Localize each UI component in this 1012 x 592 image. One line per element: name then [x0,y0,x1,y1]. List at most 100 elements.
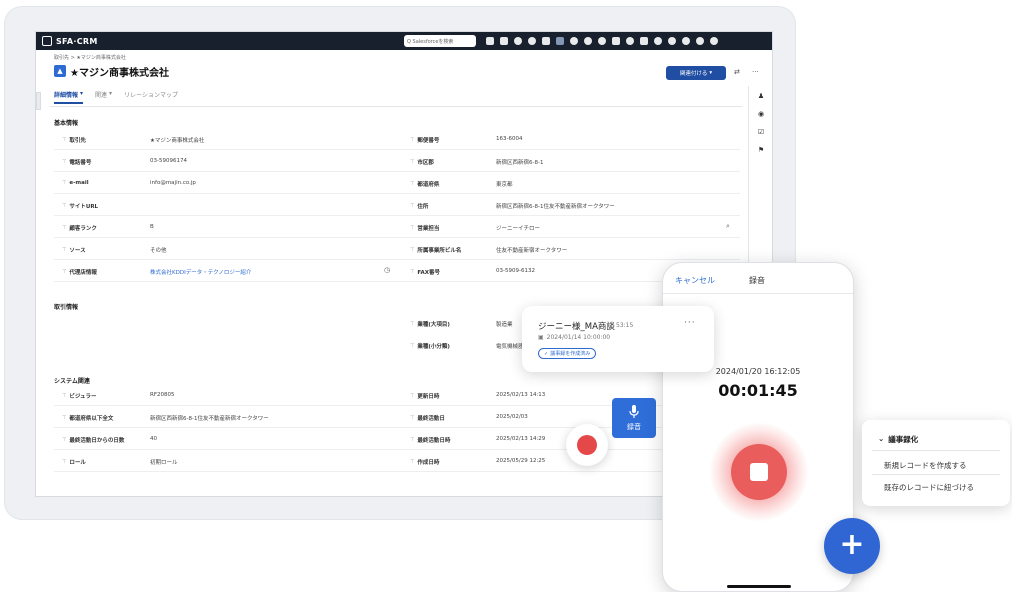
lock-icon: ⊤ [62,269,67,275]
meeting-duration: 53:15 [616,322,634,329]
help-icon[interactable] [682,37,690,45]
field-value: 住友不動産新宿オークタワー [496,248,568,254]
field-value: ジーニーイチロー [496,226,541,232]
global-search-input[interactable]: Q Salesforceを検索 [404,35,476,47]
field-label: ⊤ ビジュラー [62,393,97,400]
lock-icon: ⊤ [62,247,67,253]
share-icon[interactable]: ⇄ [734,68,740,76]
menu-item-link-record[interactable]: 既存のレコードに紐づける [884,482,974,493]
field-label: ⊤ ソース [62,247,86,254]
tab-relation-map[interactable]: リレーションマップ [124,90,178,104]
field-label: ⊤ 所属事業所ビル名 [410,247,462,254]
accounts-icon[interactable] [556,37,564,45]
field-value: 2025/02/13 14:29 [496,436,546,442]
field-value-link[interactable]: 株式会社KDDIデータ・テクノロジー紹介 [150,268,251,276]
lock-icon: ⊤ [410,137,415,143]
more-options-icon[interactable]: ··· [752,68,759,76]
tasks-icon[interactable] [626,37,634,45]
clock-icon[interactable]: ◷ [384,266,390,274]
search-placeholder: Q Salesforceを検索 [407,38,454,45]
bell-icon[interactable] [668,37,676,45]
detail-row: ⊤ ロール 初期ロール ⊤ 作成日時 2025/05/29 12:25 [54,450,740,472]
checklist-icon[interactable]: ☑ [758,128,764,136]
tab-details[interactable]: 詳細情報 ▾ [54,90,84,104]
lock-icon: ⊤ [62,415,67,421]
minutes-menu-header[interactable]: ⌄ 議事録化 [878,434,918,445]
voice-record-button[interactable]: 録音 [612,398,656,438]
lock-icon: ⊤ [410,225,415,231]
user-avatar-icon[interactable] [710,37,718,45]
field-value: 製造業 [496,322,513,328]
lock-icon: ⊤ [410,393,415,399]
sidebar-collapse-handle[interactable] [36,92,41,110]
opportunities-icon[interactable] [584,37,592,45]
field-value[interactable]: info@majin.co.jp [150,180,196,186]
meeting-recording-card[interactable]: ジーニー様_MA商談 53:15 ··· ▣ 2024/01/14 10:00:… [522,306,714,372]
field-label: ⊤ e-mail [62,180,89,186]
lock-icon: ⊤ [410,459,415,465]
search-icon[interactable]: ⌕ [726,222,730,231]
lock-icon: ⊤ [62,437,67,443]
flag-icon[interactable]: ⚑ [758,146,764,154]
star-icon[interactable] [528,37,536,45]
field-value: 2025/02/03 [496,414,528,420]
person-icon[interactable]: ♟ [758,92,764,100]
lock-icon: ⊤ [62,203,67,209]
record-start-button[interactable] [566,424,608,466]
field-label: ⊤ 市区郡 [410,159,434,166]
field-value: 新宿区西新宿6-8-1住友不動産新宿オークタワー [496,204,615,210]
field-label: ⊤ 最終活動日時 [410,437,451,444]
notes-icon[interactable] [654,37,662,45]
breadcrumb[interactable]: 取引先 > ★マジン商事株式会社 [54,54,126,61]
detail-row: ⊤ 取引先 ★マジン商事株式会社 ⊤ 郵便番号 163-6004 [54,128,740,150]
calendar-icon[interactable] [612,37,620,45]
field-label: ⊤ 最終活動日からの日数 [62,437,125,444]
stop-recording-button[interactable] [731,444,787,500]
recording-timer: 00:01:45 [718,381,798,400]
chevron-down-icon: ▾ [109,90,113,97]
contacts-icon[interactable] [542,37,550,45]
menu-item-create-record[interactable]: 新規レコードを作成する [884,460,967,471]
page-title: ★マジン商事株式会社 [70,68,169,79]
reports-icon[interactable] [598,37,606,45]
recording-screen-title: 録音 [749,276,765,285]
cancel-button[interactable]: キャンセル [675,275,715,286]
favorites-icon[interactable] [514,37,522,45]
field-label: ⊤ 更新日時 [410,393,440,400]
voice-record-label: 録音 [627,422,641,431]
chevron-down-icon: ⌄ [878,434,885,443]
tab-related[interactable]: 関連 ▾ [95,90,112,104]
apps-grid-icon[interactable] [500,37,508,45]
home-icon[interactable] [486,37,494,45]
detail-row: ⊤ 電話番号 03-59096174 ⊤ 市区郡 新宿区西新宿6-8-1 [54,150,740,172]
files-icon[interactable] [640,37,648,45]
record-tabs: 詳細情報 ▾ 関連 ▾ リレーションマップ [54,90,178,104]
field-label: ⊤ 住所 [410,203,429,210]
more-options-icon[interactable]: ··· [684,318,696,328]
eye-icon[interactable]: ◉ [758,110,764,118]
field-value: 新宿区西新宿6-8-1住友不動産新宿オークタワー [150,416,269,422]
field-value: 2025/05/29 12:25 [496,458,546,464]
field-value: B [150,224,154,230]
section-deal-info: 取引情報 [54,304,79,311]
gear-icon[interactable] [696,37,704,45]
add-button[interactable]: + [824,518,880,574]
link-record-button[interactable]: 関連付ける ▾ [666,66,726,80]
brand-name: SFA·CRM [56,36,98,46]
field-label: ⊤ 顧客ランク [62,225,97,232]
field-label: ⊤ ロール [62,459,86,466]
lock-icon: ⊤ [410,159,415,165]
leads-icon[interactable] [570,37,578,45]
field-value: 03-5909-6132 [496,268,535,274]
lock-icon: ⊤ [410,343,415,349]
record-dot-icon [577,435,597,455]
field-label: ⊤ 業種(小分類) [410,343,450,350]
lock-icon: ⊤ [410,181,415,187]
field-label: ⊤ 郵便番号 [410,137,440,144]
field-label: ⊤ 取引先 [62,137,86,144]
field-value: 初期ロール [150,460,178,466]
lock-icon: ⊤ [62,180,67,186]
app-brand[interactable]: SFA·CRM [42,34,98,48]
detail-row: ⊤ 顧客ランク B ⊤ 営業担当 ジーニーイチロー ⌕ [54,216,740,238]
top-nav-bar: SFA·CRM Q Salesforceを検索 [36,32,772,50]
